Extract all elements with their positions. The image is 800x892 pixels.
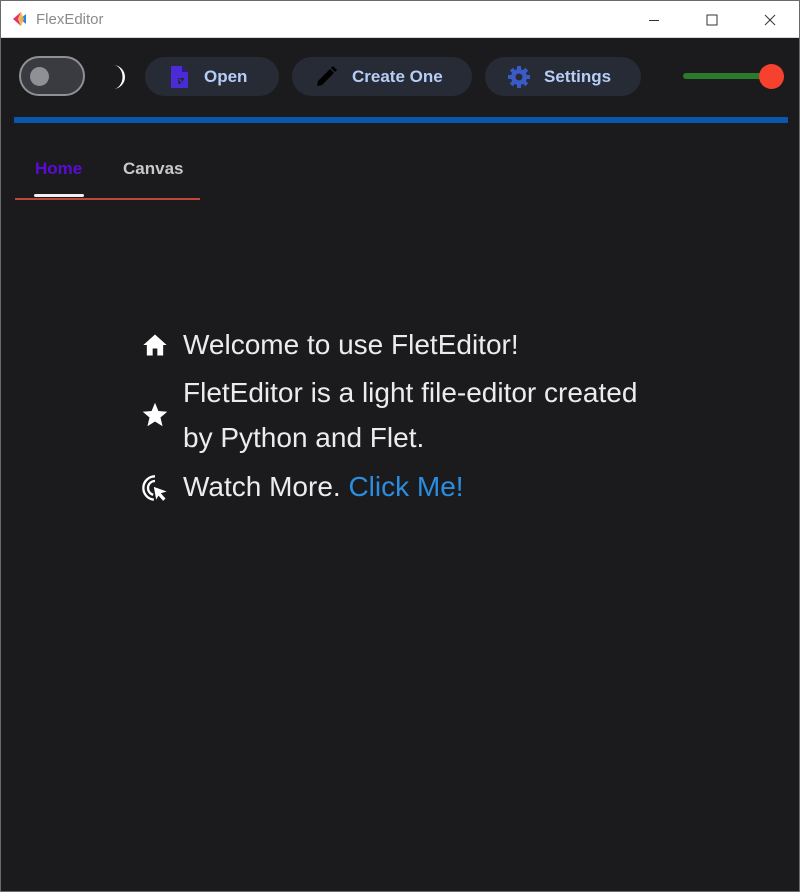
description-line-2: by Python and Flet. xyxy=(183,422,425,453)
settings-button-label: Settings xyxy=(544,67,612,86)
file-open-icon xyxy=(171,66,188,88)
tab-bar: Home Canvas xyxy=(15,147,200,200)
create-one-button-label: Create One xyxy=(352,67,443,86)
progress-bar xyxy=(14,117,788,123)
watch-more-line: Watch More. Click Me! xyxy=(183,471,464,503)
settings-button[interactable]: Settings xyxy=(485,57,641,96)
slider-thumb[interactable] xyxy=(759,64,784,89)
maximize-icon xyxy=(706,14,718,25)
title-bar: FlexEditor xyxy=(1,1,799,38)
close-button[interactable] xyxy=(741,1,799,38)
close-icon xyxy=(764,14,776,25)
star-icon xyxy=(142,402,168,427)
pencil-icon xyxy=(317,66,337,86)
open-button-label: Open xyxy=(204,67,248,86)
tab-canvas[interactable]: Canvas xyxy=(123,159,183,179)
moon-icon[interactable] xyxy=(105,64,129,90)
tab-selected-indicator xyxy=(34,194,84,197)
gear-icon xyxy=(508,66,530,88)
flet-logo-icon xyxy=(13,12,26,26)
click-me-link[interactable]: Click Me! xyxy=(348,471,463,502)
value-slider[interactable] xyxy=(683,61,785,93)
minimize-icon xyxy=(649,19,659,21)
tab-home[interactable]: Home xyxy=(35,159,82,179)
home-icon xyxy=(143,334,167,356)
create-one-button[interactable]: Create One xyxy=(292,57,472,96)
open-button[interactable]: Open xyxy=(145,57,279,96)
app-window: FlexEditor Open Create One Settings Home… xyxy=(0,0,800,892)
cursor-click-icon xyxy=(142,475,167,501)
watch-more-text: Watch More. xyxy=(183,471,341,502)
description-line-1: FletEditor is a light file-editor create… xyxy=(183,377,638,408)
minimize-button[interactable] xyxy=(625,1,683,38)
window-title: FlexEditor xyxy=(36,11,104,28)
theme-switch[interactable] xyxy=(19,56,85,96)
maximize-button[interactable] xyxy=(683,1,741,38)
welcome-text: Welcome to use FletEditor! xyxy=(183,329,519,360)
slider-track xyxy=(683,73,771,79)
main-content: Open Create One Settings Home Canvas Wel… xyxy=(1,39,799,891)
switch-knob xyxy=(30,67,49,86)
tab-bar-divider xyxy=(15,198,200,200)
